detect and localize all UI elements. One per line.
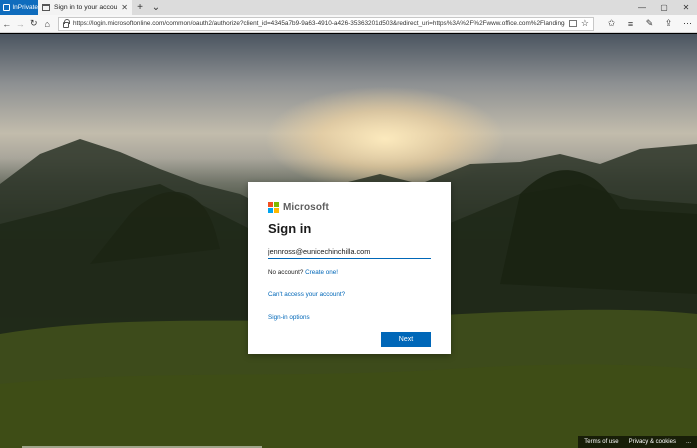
reading-view-icon[interactable]: [568, 20, 577, 27]
email-field[interactable]: [268, 244, 431, 259]
share-icon[interactable]: ⇪: [659, 15, 678, 33]
microsoft-brand: Microsoft: [268, 202, 431, 213]
tab-sign-in[interactable]: Sign in to your account ✕: [38, 0, 132, 15]
make-note-icon[interactable]: ✎: [640, 15, 659, 33]
title-bar-drag-area[interactable]: [164, 0, 631, 15]
new-tab-button[interactable]: +: [132, 0, 148, 15]
forward-icon[interactable]: →: [14, 15, 28, 33]
address-bar[interactable]: https://login.microsoftonline.com/common…: [58, 16, 594, 31]
sign-in-card: Microsoft Sign in No account? Create one…: [248, 182, 451, 354]
privacy-cookies-link[interactable]: Privacy & cookies: [629, 439, 676, 445]
page-title: Sign in: [268, 221, 312, 236]
title-bar: InPrivate Sign in to your account ✕ + ⌄ …: [0, 0, 697, 15]
maximize-icon[interactable]: ▢: [653, 0, 675, 15]
inprivate-label: InPrivate: [12, 4, 38, 11]
terms-of-use-link[interactable]: Terms of use: [584, 439, 618, 445]
next-button[interactable]: Next: [381, 332, 431, 347]
url-text[interactable]: https://login.microsoftonline.com/common…: [73, 20, 565, 27]
close-tab-icon[interactable]: ✕: [121, 3, 128, 12]
more-options-icon[interactable]: ⋯: [678, 15, 697, 33]
tab-list-button[interactable]: ⌄: [148, 0, 164, 15]
microsoft-logo-icon: [268, 202, 279, 213]
page-background: Microsoft Sign in No account? Create one…: [0, 34, 697, 448]
cant-access-account-link[interactable]: Can't access your account?: [268, 291, 345, 298]
close-window-icon[interactable]: ✕: [675, 0, 697, 15]
page-icon: [42, 4, 50, 11]
navigation-bar: ← → ↻ ⌂ https://login.microsoftonline.co…: [0, 15, 697, 33]
refresh-icon[interactable]: ↻: [27, 15, 41, 33]
brand-name: Microsoft: [283, 202, 329, 213]
favorite-star-icon[interactable]: ☆: [581, 18, 589, 29]
no-account-row: No account? Create one!: [268, 269, 431, 276]
sign-in-options-link[interactable]: Sign-in options: [268, 314, 310, 321]
inprivate-badge[interactable]: InPrivate: [0, 0, 38, 15]
no-account-text: No account?: [268, 269, 304, 276]
back-icon[interactable]: ←: [0, 15, 14, 33]
favorites-hub-icon[interactable]: ✩: [602, 15, 621, 33]
home-icon[interactable]: ⌂: [41, 15, 55, 33]
tab-title: Sign in to your account: [54, 4, 118, 11]
minimize-icon[interactable]: —: [631, 0, 653, 15]
inprivate-icon: [3, 4, 11, 11]
reading-list-icon[interactable]: ≡: [621, 15, 640, 33]
footer: Terms of use Privacy & cookies ...: [578, 436, 697, 448]
footer-more-icon[interactable]: ...: [686, 439, 691, 445]
create-account-link[interactable]: Create one!: [305, 269, 338, 276]
lock-icon[interactable]: [63, 18, 70, 28]
